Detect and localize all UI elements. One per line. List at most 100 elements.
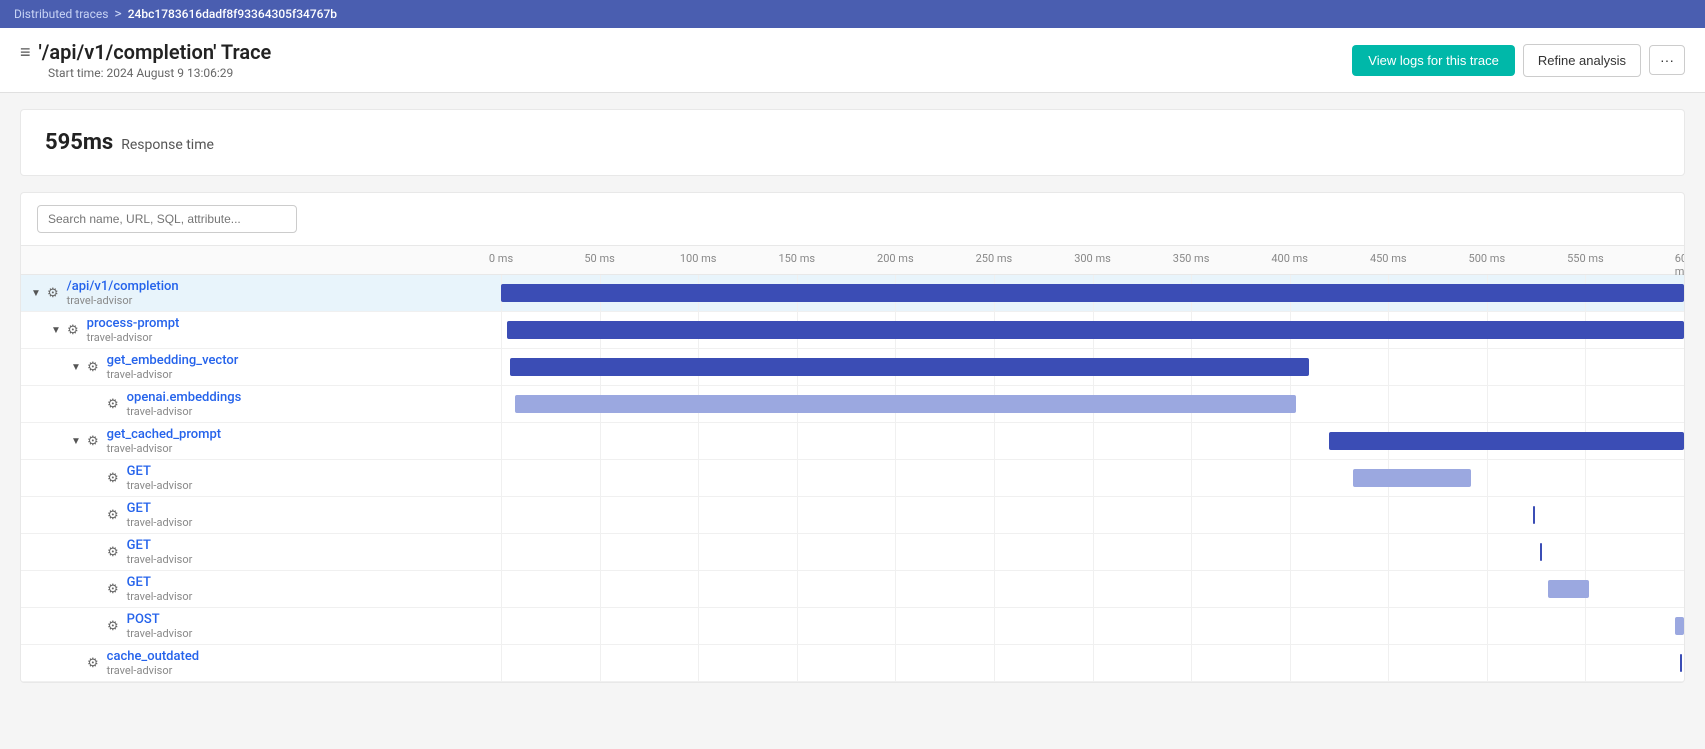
header-subtitle: Start time: 2024 August 9 13:06:29	[48, 66, 271, 80]
grid-line	[1684, 497, 1685, 533]
grid-line	[1290, 460, 1291, 496]
grid-line	[1290, 645, 1291, 681]
more-options-button[interactable]: ···	[1649, 45, 1685, 75]
table-row[interactable]: ▼ ⚙ get_cached_prompttravel-advisor	[21, 423, 1684, 460]
grid-line	[1290, 571, 1291, 607]
time-tick: 100 ms	[680, 252, 717, 265]
trace-section: 0 ms50 ms100 ms150 ms200 ms250 ms300 ms3…	[20, 192, 1685, 683]
span-name-group: /api/v1/completiontravel-advisor	[67, 279, 179, 307]
gear-icon: ⚙	[87, 434, 99, 449]
grid-line	[1388, 349, 1389, 385]
chevron-icon[interactable]: ▼	[69, 436, 83, 447]
table-row[interactable]: ⚙ GETtravel-advisor	[21, 497, 1684, 534]
span-service: travel-advisor	[127, 627, 193, 640]
grid-line	[1487, 645, 1488, 681]
table-row[interactable]: ⚙openai.embeddingstravel-advisor	[21, 386, 1684, 423]
grid-line	[698, 423, 699, 459]
grid-line	[698, 645, 699, 681]
name-col: ▼⚙get_embedding_vectortravel-advisor	[21, 349, 501, 385]
grid-line	[1191, 497, 1192, 533]
trace-bar	[1353, 469, 1471, 487]
grid-line	[895, 534, 896, 570]
bar-col	[501, 608, 1684, 644]
refine-analysis-button[interactable]: Refine analysis	[1523, 44, 1641, 77]
span-name: GET	[127, 501, 193, 516]
grid-line	[1487, 386, 1488, 422]
header-title-row: ≡ '/api/v1/completion' Trace	[20, 40, 271, 64]
span-name: GET	[127, 464, 193, 479]
bar-col	[501, 312, 1684, 348]
span-service: travel-advisor	[67, 294, 179, 307]
trace-bar	[501, 284, 1684, 302]
grid-line	[895, 497, 896, 533]
table-row[interactable]: ▼ ⚙ /api/v1/completiontravel-advisor	[21, 275, 1684, 312]
span-service: travel-advisor	[127, 590, 193, 603]
span-service: travel-advisor	[127, 553, 193, 566]
span-name: GET	[127, 538, 193, 553]
span-service: travel-advisor	[127, 479, 193, 492]
table-row[interactable]: ▼⚙process-prompttravel-advisor	[21, 312, 1684, 349]
span-name-group: GETtravel-advisor	[127, 575, 193, 603]
grid-line	[1093, 608, 1094, 644]
span-name-group: GETtravel-advisor	[127, 464, 193, 492]
gear-icon: ⚙	[107, 619, 119, 634]
name-col: ⚙openai.embeddingstravel-advisor	[21, 386, 501, 422]
gear-icon: ⚙	[107, 508, 119, 523]
span-name-group: get_cached_prompttravel-advisor	[107, 427, 221, 455]
breadcrumb-current: 24bc1783616dadf8f93364305f34767b	[128, 7, 337, 21]
grid-line	[994, 497, 995, 533]
grid-line	[1487, 460, 1488, 496]
span-name-group: cache_outdatedtravel-advisor	[107, 649, 199, 677]
response-section: 595ms Response time	[20, 109, 1685, 176]
gear-icon: ⚙	[47, 286, 59, 301]
gear-icon: ⚙	[107, 545, 119, 560]
span-name: get_embedding_vector	[107, 353, 239, 368]
breadcrumb-separator: >	[114, 6, 121, 22]
chevron-icon[interactable]: ▼	[29, 288, 43, 299]
table-row[interactable]: ⚙ cache_outdatedtravel-advisor	[21, 645, 1684, 682]
table-row[interactable]: ⚙GETtravel-advisor	[21, 460, 1684, 497]
grid-line	[797, 608, 798, 644]
table-row[interactable]: ⚙POSTtravel-advisor	[21, 608, 1684, 645]
grid-line	[1388, 571, 1389, 607]
grid-line	[501, 645, 502, 681]
breadcrumb-parent[interactable]: Distributed traces	[14, 7, 108, 21]
span-name-group: GETtravel-advisor	[127, 501, 193, 529]
name-col: ▼ ⚙ /api/v1/completiontravel-advisor	[21, 275, 501, 311]
grid-line	[1585, 534, 1586, 570]
grid-line	[501, 534, 502, 570]
grid-line	[1093, 645, 1094, 681]
table-row[interactable]: ▼⚙get_embedding_vectortravel-advisor	[21, 349, 1684, 386]
grid-line	[797, 534, 798, 570]
grid-line	[1093, 534, 1094, 570]
grid-line	[994, 645, 995, 681]
grid-line	[600, 645, 601, 681]
search-input[interactable]	[37, 205, 297, 233]
grid-line	[600, 423, 601, 459]
span-service: travel-advisor	[107, 664, 199, 677]
span-name: openai.embeddings	[127, 390, 242, 405]
gear-icon: ⚙	[87, 656, 99, 671]
grid-line	[1487, 571, 1488, 607]
grid-line	[698, 534, 699, 570]
grid-line	[994, 534, 995, 570]
grid-line	[1191, 423, 1192, 459]
table-row[interactable]: ⚙GETtravel-advisor	[21, 571, 1684, 608]
grid-line	[501, 571, 502, 607]
name-col: ⚙ GETtravel-advisor	[21, 534, 501, 570]
bar-col	[501, 571, 1684, 607]
trace-rows: ▼⚙/api/v1/completiontravel-advisor▼⚙proc…	[21, 275, 1684, 682]
span-name: process-prompt	[87, 316, 180, 331]
grid-line	[994, 608, 995, 644]
name-col: ▼⚙process-prompttravel-advisor	[21, 312, 501, 348]
chevron-icon[interactable]: ▼	[69, 362, 83, 373]
table-row[interactable]: ⚙ GETtravel-advisor	[21, 534, 1684, 571]
chevron-icon[interactable]: ▼	[49, 325, 63, 336]
grid-line	[1585, 460, 1586, 496]
view-logs-button[interactable]: View logs for this trace	[1352, 45, 1515, 76]
grid-line	[1191, 460, 1192, 496]
grid-line	[501, 386, 502, 422]
name-col: ⚙ GETtravel-advisor	[21, 497, 501, 533]
grid-line	[1585, 497, 1586, 533]
grid-line	[1684, 312, 1685, 348]
